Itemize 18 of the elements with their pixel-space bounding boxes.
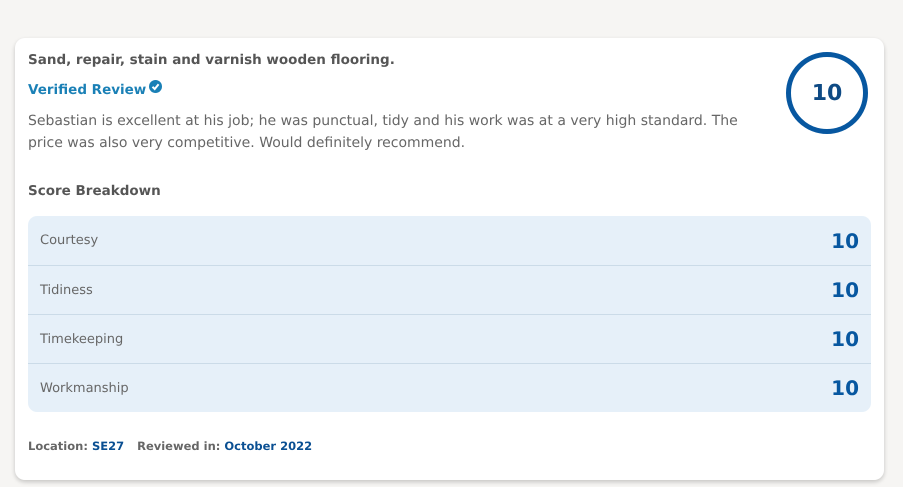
meta-label: Reviewed in: bbox=[137, 439, 220, 453]
review-title: Sand, repair, stain and varnish wooden flooring. bbox=[28, 52, 396, 68]
score-category: Courtesy bbox=[40, 233, 98, 248]
category-score: 10 bbox=[831, 327, 859, 351]
score-category: Workmanship bbox=[40, 380, 129, 396]
verified-check-icon bbox=[149, 80, 162, 93]
verified-label: Verified Review bbox=[28, 82, 146, 98]
score-category: Timekeeping bbox=[40, 332, 124, 346]
overall-score: 10 bbox=[786, 52, 868, 134]
category-score: 10 bbox=[831, 278, 859, 302]
meta-label: Location: bbox=[28, 439, 88, 453]
category-score: 10 bbox=[831, 376, 859, 400]
meta-value: SE27 bbox=[92, 439, 124, 453]
category-score: 10 bbox=[831, 228, 859, 252]
score-category: Tidiness bbox=[40, 282, 93, 298]
review-text: Sebastian is excellent at his job; he was punctual, tidy and his work was at a very high standard. The price was also very competitive. Would definitely recommend. bbox=[28, 112, 739, 153]
breakdown-heading: Score Breakdown bbox=[28, 183, 162, 199]
meta-value: October 2022 bbox=[224, 439, 312, 453]
